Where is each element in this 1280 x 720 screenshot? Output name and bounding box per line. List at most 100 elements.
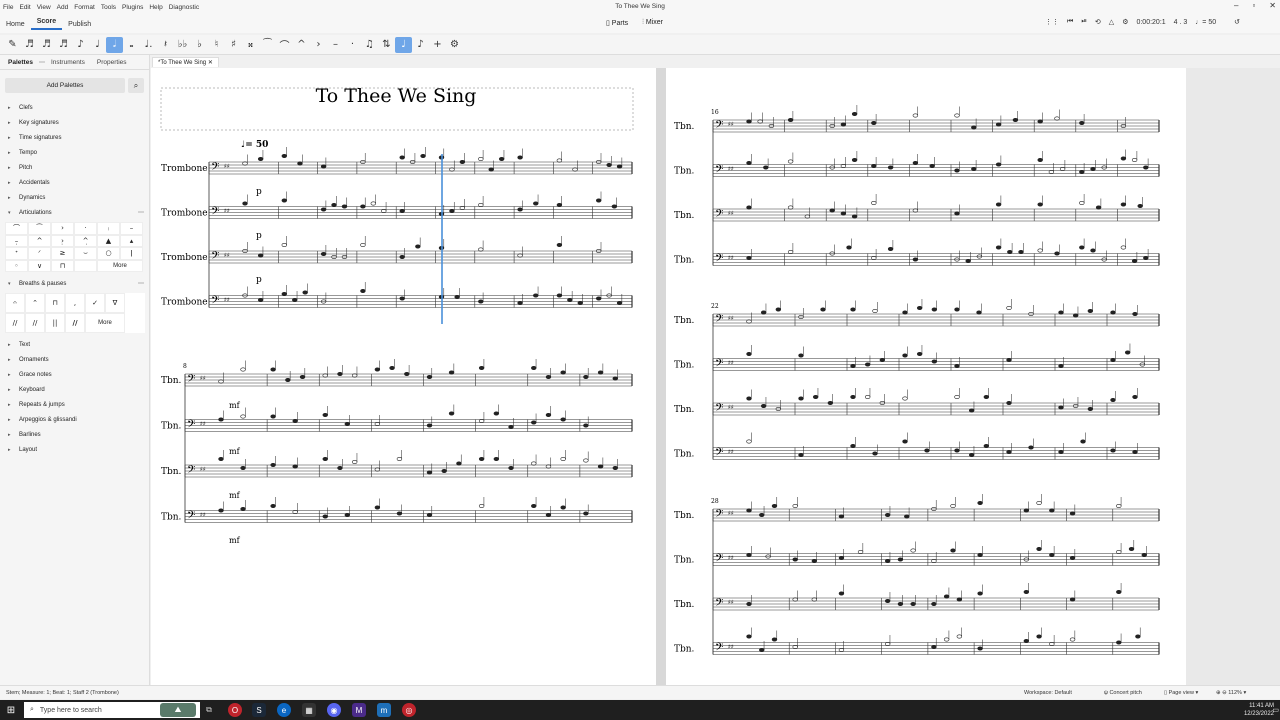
voice-1-icon[interactable]: ♩ bbox=[395, 36, 412, 53]
tab-home[interactable]: Home bbox=[0, 21, 31, 28]
articulation-cell[interactable]: ᐩ bbox=[5, 247, 28, 260]
fermata-cell[interactable]: 𝄐 bbox=[5, 293, 25, 313]
breath-cell[interactable]: , bbox=[65, 293, 85, 313]
palette-text[interactable]: ▸ Text bbox=[0, 337, 150, 352]
articulations-more-button[interactable]: More bbox=[97, 259, 143, 272]
articulation-cell[interactable]: ∨ bbox=[28, 259, 51, 272]
menu-help[interactable]: Help bbox=[146, 4, 165, 11]
articulation-cell[interactable]: ▲ bbox=[97, 234, 120, 247]
close-tab-icon[interactable]: ✕ bbox=[208, 60, 213, 66]
menu-view[interactable]: View bbox=[34, 4, 54, 11]
double-sharp-icon[interactable]: 𝄪 bbox=[242, 37, 259, 53]
note-input-mode-icon[interactable]: ✎ bbox=[4, 37, 21, 53]
maximize-icon[interactable]: ▫ bbox=[1252, 1, 1255, 10]
articulation-cell[interactable]: – bbox=[120, 222, 143, 235]
caesura-cell[interactable]: // bbox=[25, 313, 45, 333]
articulation-cell[interactable]: ^ bbox=[28, 234, 51, 247]
playback-settings-icon[interactable]: ⋮⋮ bbox=[1045, 18, 1059, 26]
parts-button[interactable]: ▯ Parts bbox=[606, 19, 628, 27]
articulation-cell[interactable]: ▴ bbox=[120, 234, 143, 247]
staccato-icon[interactable]: · bbox=[344, 37, 361, 53]
task-view-icon[interactable]: ⧉ bbox=[202, 703, 216, 717]
flat-icon[interactable]: ♭ bbox=[191, 37, 208, 53]
search-icon[interactable]: ⌕ bbox=[128, 78, 144, 93]
duration-quarter-icon[interactable]: ♩ bbox=[89, 37, 106, 53]
breath-cell[interactable]: ∇ bbox=[105, 293, 125, 313]
palette-key-signatures[interactable]: ▸ Key signatures bbox=[0, 115, 150, 130]
system-tray[interactable]: 11:41 AM 12/23/2022 bbox=[1244, 702, 1274, 718]
palette-clefs[interactable]: ▸ Clefs bbox=[0, 100, 150, 115]
palette-menu-icon[interactable]: ⋯ bbox=[138, 280, 144, 287]
menu-edit[interactable]: Edit bbox=[16, 4, 33, 11]
articulation-cell[interactable]: ᐟ bbox=[28, 247, 51, 260]
palette-menu-icon[interactable]: ⋯ bbox=[138, 209, 144, 216]
articulation-cell[interactable]: › bbox=[51, 222, 74, 235]
sharp-icon[interactable]: ♯ bbox=[225, 37, 242, 53]
duration-eighth-icon[interactable]: ♪ bbox=[72, 37, 89, 53]
app-icon[interactable]: e bbox=[277, 703, 291, 717]
loop-icon[interactable]: ⟲ bbox=[1095, 18, 1101, 26]
palette-arpeggios[interactable]: ▸ Arpeggios & glissandi bbox=[0, 412, 150, 427]
tab-score[interactable]: Score bbox=[30, 18, 63, 30]
articulation-cell[interactable]: –̣ bbox=[5, 234, 28, 247]
accent-icon[interactable]: › bbox=[310, 37, 327, 53]
opera-icon[interactable]: O bbox=[228, 703, 242, 717]
palette-barlines[interactable]: ▸ Barlines bbox=[0, 427, 150, 442]
workspace-selector[interactable]: Workspace: Default bbox=[1024, 690, 1072, 696]
caesura-cell[interactable]: || bbox=[45, 313, 65, 333]
duration-half-icon[interactable]: 𝅗𝅥 bbox=[106, 36, 123, 53]
score-canvas[interactable]: To Thee We Sing ♩= 50 Trombone 𝄢 ♯♯ Trombon… bbox=[151, 68, 1280, 685]
app-icon[interactable]: M bbox=[352, 703, 366, 717]
breaths-more-button[interactable]: More bbox=[85, 313, 125, 333]
articulation-cell[interactable]: ○ bbox=[97, 247, 120, 260]
menu-diagnostic[interactable]: Diagnostic bbox=[166, 4, 202, 11]
flip-direction-icon[interactable]: ⇅ bbox=[378, 37, 395, 53]
articulation-cell[interactable]: ⌣ bbox=[74, 247, 97, 260]
menu-file[interactable]: File bbox=[0, 4, 16, 11]
breath-cell[interactable]: ✓ bbox=[85, 293, 105, 313]
app-icon[interactable]: ◎ bbox=[402, 703, 416, 717]
palette-dynamics[interactable]: ▸ Dynamics bbox=[0, 190, 150, 205]
double-flat-icon[interactable]: ♭♭ bbox=[174, 37, 191, 53]
tab-properties[interactable]: Properties bbox=[91, 59, 133, 66]
tempo-display[interactable]: ♩= 50 bbox=[1195, 19, 1216, 26]
marcato-icon[interactable]: ^ bbox=[293, 37, 310, 53]
articulation-cell[interactable]: ^̣ bbox=[74, 234, 97, 247]
notifications-icon[interactable]: ▭ bbox=[1272, 706, 1279, 714]
menu-add[interactable]: Add bbox=[54, 4, 72, 11]
score-page-2[interactable]: 16 Tbn. 𝄢 ♯♯ Tbn. 𝄢 ♯♯ Tbn. 𝄢 ♯♯ Tbn. 𝄢 ♯♯ 22 Tbn. 𝄢 ♯♯ T… bbox=[666, 68, 1186, 685]
caesura-cell[interactable]: // bbox=[65, 313, 85, 333]
palette-articulations[interactable]: ▾ Articulations ⋯ bbox=[0, 205, 150, 220]
menu-plugins[interactable]: Plugins bbox=[119, 4, 146, 11]
articulation-cell[interactable]: ⊓ bbox=[51, 259, 74, 272]
palette-keyboard[interactable]: ▸ Keyboard bbox=[0, 382, 150, 397]
duration-whole-icon[interactable]: 𝅝 bbox=[123, 37, 140, 53]
palette-time-signatures[interactable]: ▸ Time signatures bbox=[0, 130, 150, 145]
duration-32nd-icon[interactable]: ♬ bbox=[38, 37, 55, 53]
gear-icon[interactable]: ⚙ bbox=[1122, 18, 1128, 26]
steam-icon[interactable]: S bbox=[252, 703, 266, 717]
tuplet-icon[interactable]: ♫ bbox=[361, 37, 378, 53]
duration-16th-icon[interactable]: ♬ bbox=[55, 37, 72, 53]
metronome-icon[interactable]: △ bbox=[1109, 18, 1114, 26]
voice-2-icon[interactable]: ♪ bbox=[412, 37, 429, 53]
rewind-icon[interactable]: ⏮ bbox=[1067, 18, 1073, 26]
fermata-cell[interactable]: ⊓ bbox=[45, 293, 65, 313]
tab-publish[interactable]: Publish bbox=[62, 21, 97, 28]
document-tab[interactable]: *To Thee We Sing ✕ bbox=[152, 56, 219, 67]
fermata-cell[interactable]: ⌃ bbox=[25, 293, 45, 313]
score-page-1[interactable]: To Thee We Sing ♩= 50 Trombone 𝄢 ♯♯ Trombon… bbox=[151, 68, 656, 685]
palette-ornaments[interactable]: ▸ Ornaments bbox=[0, 352, 150, 367]
articulation-cell[interactable]: · bbox=[74, 222, 97, 235]
palette-layout[interactable]: ▸ Layout bbox=[0, 442, 150, 457]
palette-repeats-jumps[interactable]: ▸ Repeats & jumps bbox=[0, 397, 150, 412]
search-highlight-icon[interactable]: ⛰ bbox=[160, 703, 196, 717]
menu-format[interactable]: Format bbox=[71, 4, 98, 11]
articulation-cell[interactable]: ›̣ bbox=[51, 234, 74, 247]
add-icon[interactable]: + bbox=[429, 37, 446, 53]
articulation-cell[interactable]: ǀ bbox=[120, 247, 143, 260]
toolbar-settings-icon[interactable]: ⚙ bbox=[446, 37, 463, 53]
duration-64th-icon[interactable]: ♬ bbox=[21, 37, 38, 53]
play-icon[interactable]: ⏯ bbox=[1081, 18, 1087, 26]
concert-pitch-toggle[interactable]: ψ Concert pitch bbox=[1104, 690, 1142, 696]
